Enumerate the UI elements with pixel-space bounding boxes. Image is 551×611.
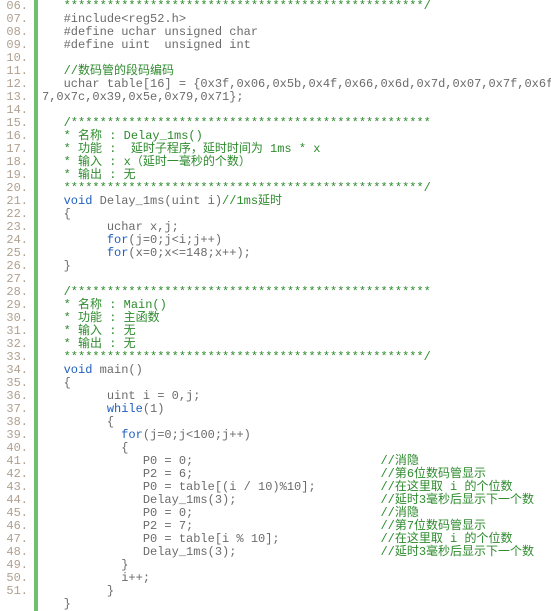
- keyword-text: void: [64, 363, 93, 377]
- keyword-text: while: [107, 402, 143, 416]
- code-text: i++;: [121, 571, 150, 585]
- code-text: Delay_1ms(3);: [143, 493, 381, 507]
- comment-text: /***************************************…: [64, 116, 431, 130]
- code-line: }: [42, 260, 551, 273]
- comment-text: * 名称 : Delay_1ms(): [64, 129, 203, 143]
- code-text: P2 = 6;: [143, 467, 381, 481]
- code-text: #define uint unsigned int: [64, 38, 251, 52]
- comment-text: * 功能 : 延时子程序，延时时间为 1ms * x: [64, 142, 321, 156]
- code-text: P0 = 0;: [143, 506, 381, 520]
- code-text: #include<reg52.h>: [64, 12, 186, 26]
- code-line: void main(): [42, 364, 551, 377]
- code-text: P0 = 0;: [143, 454, 381, 468]
- code-text: }: [121, 558, 128, 572]
- code-text: Delay_1ms(3);: [143, 545, 381, 559]
- code-line: }: [42, 598, 551, 611]
- code-text: uint i = 0,j;: [107, 389, 201, 403]
- code-line: void Delay_1ms(uint i)//1ms延时: [42, 195, 551, 208]
- code-line: i++;: [42, 572, 551, 585]
- code-text: P0 = table[i % 10];: [143, 532, 381, 546]
- code-editor: 06.07.08.09.10.11.12.13.14.15.16.17.18.1…: [0, 0, 551, 611]
- change-rail: [34, 0, 38, 611]
- code-text: Delay_1ms(uint i): [92, 194, 222, 208]
- comment-text: * 输出 : 无: [64, 168, 136, 182]
- comment-text: * 输入 : 无: [64, 324, 136, 338]
- keyword-text: for: [107, 233, 129, 247]
- code-text: P2 = 7;: [143, 519, 381, 533]
- comment-text: //在这里取 i 的个位数: [380, 532, 512, 546]
- code-text: }: [64, 597, 71, 611]
- comment-text: //在这里取 i 的个位数: [380, 480, 512, 494]
- code-line: for(x=0;x<=148;x++);: [42, 247, 551, 260]
- code-text: (1): [143, 402, 165, 416]
- code-text: main(): [92, 363, 142, 377]
- comment-text: //消隐: [380, 506, 418, 520]
- comment-text: //延时3毫秒后显示下一个数: [380, 493, 534, 507]
- comment-text: //延时3毫秒后显示下一个数: [380, 545, 534, 559]
- code-line: while(1): [42, 403, 551, 416]
- comment-text: //数码管的段码编码: [64, 64, 174, 78]
- line-number-gutter: 06.07.08.09.10.11.12.13.14.15.16.17.18.1…: [0, 0, 34, 611]
- code-line: for(j=0;j<100;j++): [42, 429, 551, 442]
- code-text: (j=0;j<i;j++): [128, 233, 222, 247]
- code-line: #define uint unsigned int: [42, 39, 551, 52]
- comment-text: //消隐: [380, 454, 418, 468]
- keyword-text: for: [121, 428, 143, 442]
- code-text: {: [107, 415, 114, 429]
- code-line: }: [42, 585, 551, 598]
- comment-text: * 名称 : Main(): [64, 298, 167, 312]
- line-number: 51.: [4, 585, 28, 598]
- comment-text: //第7位数码管显示: [380, 519, 486, 533]
- comment-text: * 输入 : x（延时一毫秒的个数）: [64, 155, 251, 169]
- code-text: {: [64, 207, 71, 221]
- comment-text: ****************************************…: [64, 181, 431, 195]
- comment-text: * 输出 : 无: [64, 337, 136, 351]
- code-text: 7,0x7c,0x39,0x5e,0x79,0x71};: [42, 90, 244, 104]
- code-text: }: [107, 584, 114, 598]
- code-text: uchar table[16] = {0x3f,0x06,0x5b,0x4f,0…: [64, 77, 551, 91]
- comment-text: //1ms延时: [222, 194, 282, 208]
- comment-text: ****************************************…: [64, 350, 431, 364]
- comment-text: //第6位数码管显示: [380, 467, 486, 481]
- code-line: {: [42, 416, 551, 429]
- code-line: Delay_1ms(3); //延时3毫秒后显示下一个数: [42, 546, 551, 559]
- code-text: {: [121, 441, 128, 455]
- code-text: uchar x,j;: [107, 220, 179, 234]
- code-area: ****************************************…: [40, 0, 551, 611]
- keyword-text: for: [107, 246, 129, 260]
- code-text: #define uchar unsigned char: [64, 25, 258, 39]
- code-line: 7,0x7c,0x39,0x5e,0x79,0x71};: [42, 91, 551, 104]
- code-text: }: [64, 259, 71, 273]
- code-text: (x=0;x<=148;x++);: [128, 246, 250, 260]
- keyword-text: void: [64, 194, 93, 208]
- comment-text: /***************************************…: [64, 285, 431, 299]
- code-text: {: [64, 376, 71, 390]
- code-text: (j=0;j<100;j++): [143, 428, 251, 442]
- code-line: }: [42, 559, 551, 572]
- code-text: P0 = table[(i / 10)%10];: [143, 480, 381, 494]
- comment-text: * 功能 : 主函数: [64, 311, 160, 325]
